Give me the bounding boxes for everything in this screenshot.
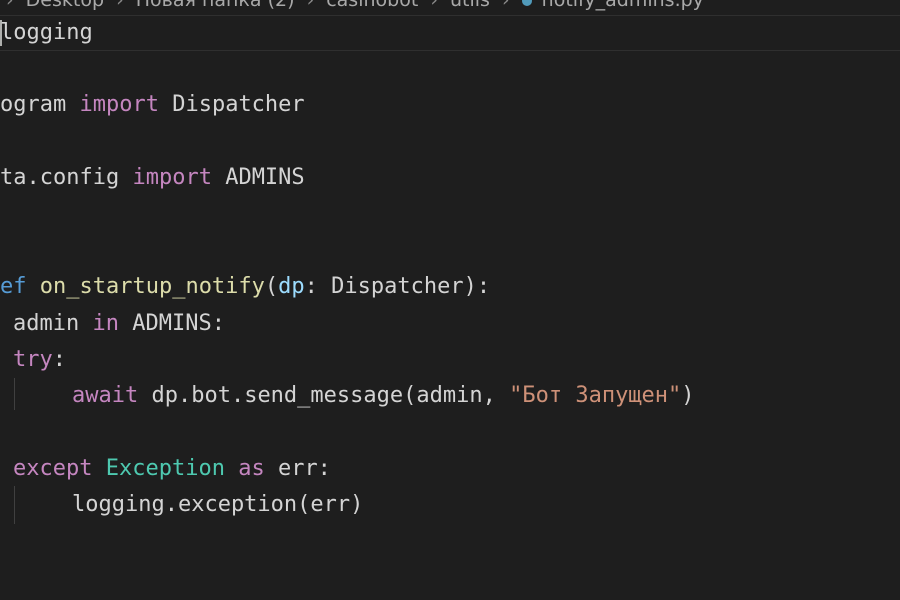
code-token: ( xyxy=(264,274,279,299)
code-token: dp.bot.send_message(admin, xyxy=(138,383,510,408)
code-token: import xyxy=(132,165,212,190)
breadcrumb-item-casinobot[interactable]: casinobot xyxy=(326,0,418,11)
breadcrumb-item-new-folder[interactable]: Новая папка (2) xyxy=(136,0,295,11)
breadcrumb-item-file[interactable]: notify_admins.py xyxy=(542,0,704,11)
code-token: ogram xyxy=(0,92,67,117)
code-line: try: xyxy=(13,345,66,375)
code-line: ef on_startup_notify(dp: Dispatcher): xyxy=(0,272,490,302)
code-line: logging xyxy=(0,18,93,48)
breadcrumb: › Desktop › Новая папка (2) › casinobot … xyxy=(0,0,900,16)
breadcrumb-row: › Desktop › Новая папка (2) › casinobot … xyxy=(0,0,704,14)
breadcrumb-separator: › xyxy=(306,0,315,11)
breadcrumb-separator: › xyxy=(6,0,14,11)
code-token: try xyxy=(13,347,53,372)
code-token: : xyxy=(52,347,66,372)
code-token: in xyxy=(92,311,119,336)
breadcrumb-item-utils[interactable]: utils xyxy=(450,0,490,11)
code-token: as xyxy=(238,456,265,481)
code-token: await xyxy=(72,383,139,408)
code-line: except Exception as err: xyxy=(13,454,331,484)
indent-guide xyxy=(14,486,15,524)
code-line: admin in ADMINS: xyxy=(13,309,225,339)
indent-guide xyxy=(14,378,15,410)
code-token: on_startup_notify xyxy=(39,274,265,299)
breadcrumb-separator: › xyxy=(116,0,124,11)
code-token: logging.exception(err) xyxy=(72,492,364,517)
code-token: "Бот Запущен" xyxy=(509,383,682,408)
code-line: logging.exception(err) xyxy=(72,490,363,520)
breadcrumb-separator: › xyxy=(502,0,510,11)
code-token: ta.config xyxy=(0,165,120,190)
breadcrumb-item-desktop[interactable]: Desktop xyxy=(26,0,104,11)
code-token: ADMINS xyxy=(211,165,305,190)
python-file-icon xyxy=(521,0,532,6)
code-line: ta.config import ADMINS xyxy=(0,163,305,193)
code-token: ADMINS: xyxy=(118,311,225,336)
code-token: import xyxy=(79,92,159,117)
code-token: admin xyxy=(13,311,80,336)
code-token: ) xyxy=(681,383,695,408)
current-line-highlight xyxy=(0,15,900,51)
code-token: logging xyxy=(0,20,93,45)
code-token: ef xyxy=(0,274,27,299)
code-token: dp xyxy=(278,274,305,299)
code-token: : Dispatcher): xyxy=(304,274,491,299)
code-token: except xyxy=(13,456,93,481)
code-token: err: xyxy=(264,456,331,481)
breadcrumb-separator: › xyxy=(430,0,438,11)
code-line: ogram import Dispatcher xyxy=(0,90,305,120)
code-token: Exception xyxy=(105,456,225,481)
code-line: await dp.bot.send_message(admin, "Бот За… xyxy=(72,381,695,411)
code-token: Dispatcher xyxy=(158,92,305,117)
